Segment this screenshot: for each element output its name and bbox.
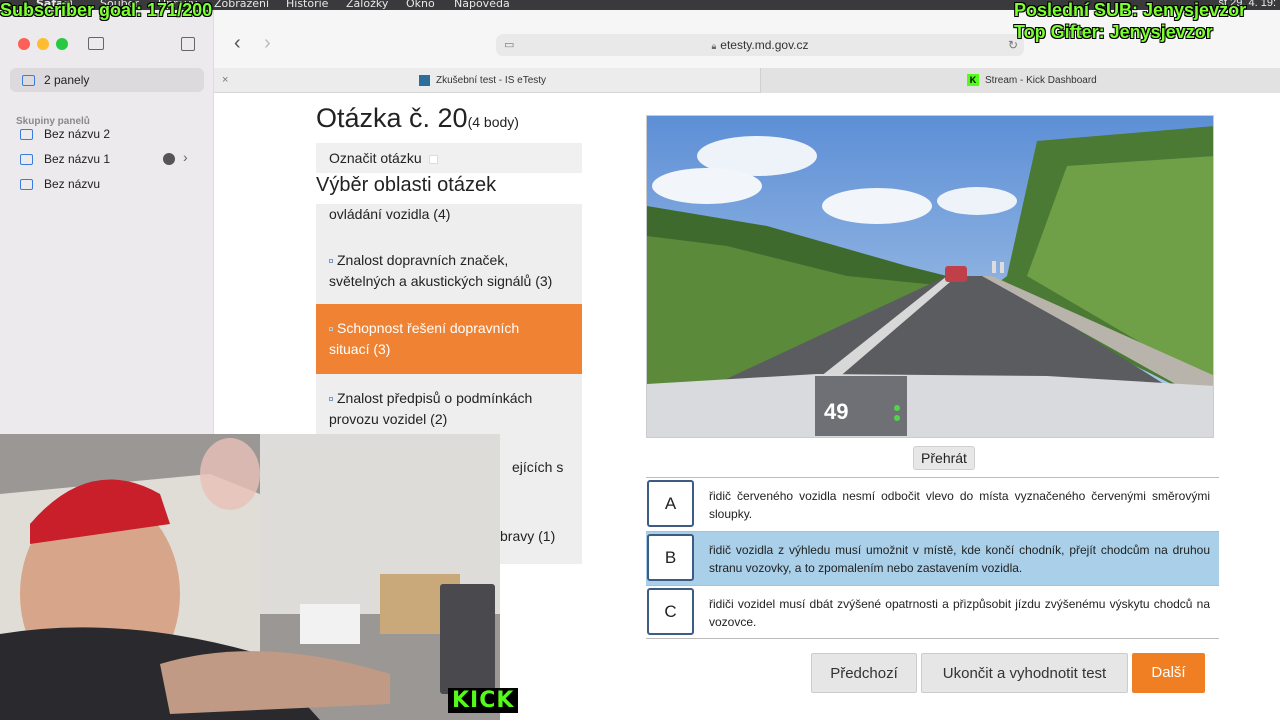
tab-label: Stream - Kick Dashboard <box>985 75 1097 86</box>
sidebar-item-group-1[interactable]: Bez názvu 1 › <box>10 147 204 171</box>
bullet-icon <box>329 397 333 402</box>
webcam-image <box>0 434 500 720</box>
category-label: Znalost předpisů o podmínkách <box>337 390 533 406</box>
answer-text: řidič vozidla z výhledu musí umožnit v m… <box>709 543 1210 575</box>
bullet-icon <box>329 327 333 332</box>
last-sub-overlay: Poslední SUB: Jenysjevzor <box>1014 0 1247 20</box>
etesty-favicon-icon <box>419 74 430 86</box>
question-title: Otázka č. 20(4 body) <box>316 103 519 134</box>
answer-text: řidič červeného vozidla nesmí odbočit vl… <box>709 489 1210 521</box>
answer-letter[interactable]: B <box>647 534 694 581</box>
category-label-line2: provozu vozidel (2) <box>329 411 448 427</box>
tab-group-icon <box>20 128 33 140</box>
play-button[interactable]: Přehrát <box>913 446 975 470</box>
category-item[interactable]: ovládání vozidla (4) <box>316 204 582 228</box>
answer-text: řidiči vozidel musí dbát zvýšené opatrno… <box>709 597 1210 629</box>
sidebar-item-2-panely[interactable]: 2 panely <box>10 68 204 92</box>
category-item[interactable]: Znalost dopravních značek, světelných a … <box>316 250 582 304</box>
forward-icon[interactable]: › <box>264 32 271 55</box>
bullet-icon <box>329 259 333 264</box>
tab-group-icon <box>20 153 33 165</box>
kick-logo: KICK <box>448 688 519 713</box>
answer-option-a[interactable]: A řidič červeného vozidla nesmí odbočit … <box>646 477 1219 531</box>
category-label-line2: světelných a akustických signálů (3) <box>329 273 553 289</box>
mark-question-label: Označit otázku <box>329 150 422 166</box>
category-label: ovládání vozidla (4) <box>329 206 451 222</box>
url-text: etesty.md.gov.cz <box>720 38 809 52</box>
mark-checkbox[interactable] <box>428 154 438 164</box>
page-menu-icon[interactable]: ▭ <box>504 34 514 56</box>
sidebar-item-label: Bez názvu 2 <box>44 127 111 141</box>
tab-label: Zkušební test - IS eTesty <box>436 75 547 86</box>
mark-question-toggle[interactable]: Označit otázku <box>316 143 582 173</box>
category-label: bravy (1) <box>500 528 556 544</box>
answer-option-b[interactable]: B řidič vozidla z výhledu musí umožnit v… <box>646 531 1219 585</box>
menu-help[interactable]: Nápověda <box>454 0 510 10</box>
category-item-active[interactable]: Schopnost řešení dopravních situací (3) <box>316 304 582 374</box>
laptop-icon <box>22 74 35 86</box>
back-icon[interactable]: ‹ <box>234 32 241 55</box>
answer-letter[interactable]: C <box>647 588 694 635</box>
sidebar-toggle-icon[interactable] <box>88 37 104 50</box>
previous-button[interactable]: Předchozí <box>811 653 917 693</box>
next-button[interactable]: Další <box>1132 653 1205 693</box>
category-label: Schopnost řešení dopravních <box>337 320 520 336</box>
tab-etesty[interactable]: Zkušební test - IS eTesty <box>419 68 546 93</box>
answer-option-c[interactable]: C řidiči vozidel musí dbát zvýšené opatr… <box>646 585 1219 639</box>
question-points: (4 body) <box>467 114 519 130</box>
category-label-line2: situací (3) <box>329 341 391 357</box>
menu-window[interactable]: Okno <box>406 0 435 10</box>
driving-scene: 49 <box>647 116 1213 437</box>
top-gifter-overlay: Top Gifter: Jenysjevzor <box>1014 22 1213 42</box>
sidebar-item-label: Bez názvu <box>44 177 101 191</box>
kick-favicon-icon: K <box>967 74 979 87</box>
sidebar-item-group-2[interactable]: Bez názvu 2 <box>10 122 204 146</box>
zoom-window-icon[interactable] <box>56 38 68 50</box>
category-label: ejících s <box>512 459 564 475</box>
answer-letter[interactable]: A <box>647 480 694 527</box>
sidebar-item-group-0[interactable]: Bez názvu <box>10 172 204 196</box>
speedometer-value: 49 <box>824 399 848 424</box>
address-bar[interactable]: ▭ 🔒︎ etesty.md.gov.cz ↻ <box>496 34 1024 56</box>
close-window-icon[interactable] <box>18 38 30 50</box>
close-tab-icon[interactable]: × <box>222 74 228 86</box>
section-title: Výběr oblasti otázek <box>316 174 497 196</box>
tab-kick[interactable]: K Stream - Kick Dashboard <box>760 68 1280 93</box>
tab-bar: × Zkušební test - IS eTesty K Stream - Ki… <box>214 68 1280 93</box>
more-options-icon[interactable] <box>163 153 175 165</box>
menu-bookmarks[interactable]: Záložky <box>346 0 388 10</box>
minimize-window-icon[interactable] <box>37 38 49 50</box>
lock-icon: 🔒︎ <box>711 41 717 51</box>
sidebar-item-label: 2 panely <box>44 73 90 87</box>
tab-overview-icon[interactable] <box>181 37 195 51</box>
question-number: Otázka č. 20 <box>316 103 468 133</box>
question-video[interactable]: 49 <box>646 115 1214 438</box>
finish-test-button[interactable]: Ukončit a vyhodnotit test <box>921 653 1128 693</box>
category-label: Znalost dopravních značek, <box>337 252 509 268</box>
sidebar-item-label: Bez názvu 1 <box>44 152 111 166</box>
tab-group-icon <box>20 178 33 190</box>
chevron-right-icon[interactable]: › <box>183 149 188 165</box>
subscriber-goal-overlay: Subscriber goal: 171/200 <box>0 0 213 20</box>
kick-logo-text: KICK <box>452 688 515 713</box>
menu-view[interactable]: Zobrazení <box>214 0 269 10</box>
webcam-overlay <box>0 434 500 720</box>
menu-history[interactable]: Historie <box>286 0 328 10</box>
